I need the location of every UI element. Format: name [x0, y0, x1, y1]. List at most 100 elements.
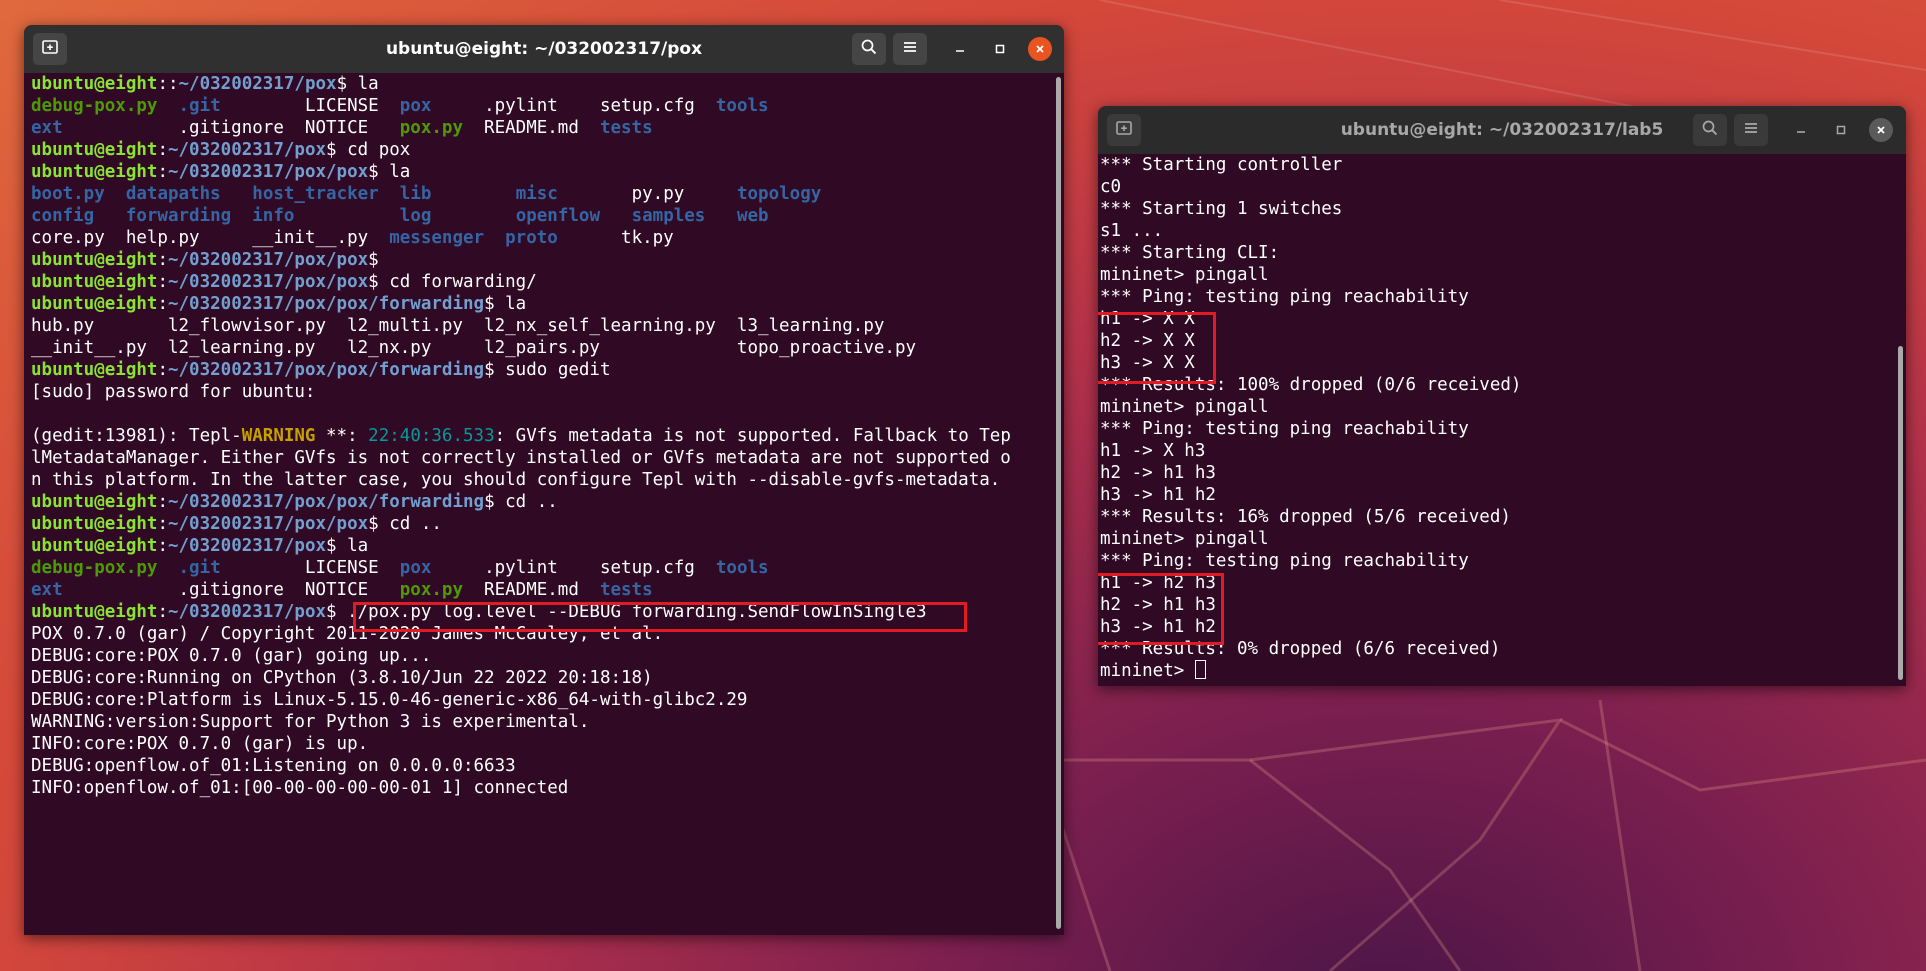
text-segment: ~/032002317/pox [167, 602, 327, 622]
terminal-line: ubuntu@eight:~/032002317/pox$ ./pox.py l… [31, 601, 1064, 623]
text-segment: : [157, 536, 168, 556]
search-button[interactable] [1693, 114, 1727, 146]
text-segment: tools [715, 96, 769, 116]
maximize-button[interactable] [988, 37, 1012, 61]
terminal-line: s1 ... [1100, 221, 1164, 241]
text-segment: $ la [368, 162, 411, 182]
prompt-text: mininet> [1100, 661, 1195, 681]
terminal-output[interactable]: *** Starting controller c0 *** Starting 1 … [1098, 154, 1906, 686]
titlebar[interactable]: ubuntu@eight: ~/032002317/lab5 [1098, 106, 1906, 154]
text-segment [157, 558, 178, 578]
text-segment: : GVfs metadata is not supported. Fallba… [494, 426, 1011, 446]
terminal-line: *** Results: 0% dropped (6/6 received) [1100, 639, 1501, 659]
terminal-line: ubuntu@eight:~/032002317/pox$ cd pox [31, 139, 1064, 161]
text-segment [600, 206, 632, 226]
terminal-line: INFO:core:POX 0.7.0 (gar) is up. [31, 733, 1064, 755]
text-segment [231, 206, 252, 226]
text-segment: .gitignore NOTICE [62, 580, 400, 600]
text-segment: ubuntu@eight [31, 140, 158, 160]
text-segment: hub.py l2_flowvisor.py l2_multi.py l2_nx… [31, 316, 885, 336]
text-segment: ~/032002317/pox/pox/forwarding [167, 294, 485, 314]
text-segment: ubuntu@eight [31, 74, 158, 94]
text-segment: ubuntu@eight [31, 272, 158, 292]
text-segment: pox.py [399, 580, 463, 600]
terminal-line: ubuntu@eight:~/032002317/pox/pox/forward… [31, 293, 1064, 315]
terminal-line: ubuntu@eight:~/032002317/pox/pox$ [31, 249, 1064, 271]
text-segment: ubuntu@eight [31, 602, 158, 622]
text-segment: debug-pox.py [31, 558, 158, 578]
hamburger-menu-icon [1743, 120, 1759, 140]
terminal-output[interactable]: ubuntu@eight::~/032002317/pox$ la debug-p… [24, 73, 1064, 935]
terminal-line: *** Starting 1 switches [1100, 199, 1343, 219]
text-segment: : [157, 162, 168, 182]
text-segment: .git [178, 558, 221, 578]
text-segment: ubuntu@eight [31, 294, 158, 314]
terminal-line: h3 -> X X [1100, 353, 1195, 373]
text-segment: : [157, 514, 168, 534]
new-tab-button[interactable] [33, 33, 67, 65]
text-segment: $ la [336, 74, 379, 94]
close-button[interactable] [1869, 118, 1893, 142]
titlebar[interactable]: ubuntu@eight: ~/032002317/pox [24, 25, 1064, 73]
text-segment: ubuntu@eight [31, 536, 158, 556]
close-button[interactable] [1028, 37, 1052, 61]
minimize-button[interactable] [1789, 118, 1813, 142]
text-segment: tk.py [557, 228, 674, 248]
text-segment: config [31, 206, 95, 226]
text-segment: **: [315, 426, 369, 446]
menu-button[interactable] [893, 33, 927, 65]
text-segment: ~/032002317/pox [167, 140, 327, 160]
terminal-window-pox[interactable]: ubuntu@eight: ~/032002317/pox ubuntu@eig… [24, 25, 1064, 935]
text-segment [431, 184, 515, 204]
window-title: ubuntu@eight: ~/032002317/lab5 [1340, 120, 1664, 140]
text-segment: ubuntu@eight [31, 162, 158, 182]
text-segment: LICENSE [220, 96, 400, 116]
text-segment: WARNING:version:Support for Python 3 is … [31, 712, 590, 732]
terminal-line: DEBUG:core:Running on CPython (3.8.10/Ju… [31, 667, 1064, 689]
terminal-line: POX 0.7.0 (gar) / Copyright 2011-2020 Ja… [31, 623, 1064, 645]
text-segment: ~/032002317/pox/pox/forwarding [167, 360, 485, 380]
text-segment [705, 206, 737, 226]
text-segment: DEBUG:openflow.of_01:Listening on 0.0.0.… [31, 756, 516, 776]
terminal-line: *** Starting controller [1100, 155, 1343, 175]
text-segment: .pylint setup.cfg [431, 558, 716, 578]
search-button[interactable] [852, 33, 886, 65]
scrollbar[interactable] [1898, 346, 1903, 680]
new-tab-button[interactable] [1107, 114, 1141, 146]
text-segment: ubuntu@eight [31, 514, 158, 534]
terminal-line: h1 -> X h3 [1100, 441, 1206, 461]
terminal-line: mininet> pingall [1100, 397, 1269, 417]
text-segment: DEBUG:core:POX 0.7.0 (gar) going up... [31, 646, 432, 666]
text-segment: pox.py [399, 118, 463, 138]
terminal-line: WARNING:version:Support for Python 3 is … [31, 711, 1064, 733]
text-segment: ~/032002317/pox/pox [167, 514, 369, 534]
text-segment: $ cd .. [484, 492, 558, 512]
text-segment: ~/032002317/pox/pox [167, 272, 369, 292]
terminal-window-lab5[interactable]: ubuntu@eight: ~/032002317/lab5 *** Start… [1098, 106, 1906, 686]
text-segment: forwarding [125, 206, 232, 226]
text-segment: INFO:core:POX 0.7.0 (gar) is up. [31, 734, 369, 754]
terminal-line: ubuntu@eight:~/032002317/pox/pox$ cd for… [31, 271, 1064, 293]
prompt-line[interactable]: mininet> [1100, 660, 1906, 682]
terminal-line: boot.py datapaths host_tracker lib misc … [31, 183, 1064, 205]
text-segment [221, 184, 253, 204]
terminal-line: debug-pox.py .git LICENSE pox .pylint se… [31, 95, 1064, 117]
close-icon [1034, 40, 1046, 59]
text-segment [294, 206, 399, 226]
scrollbar[interactable] [1056, 77, 1061, 929]
text-segment: 22:40:36.533 [368, 426, 495, 446]
text-segment: $ cd forwarding/ [368, 272, 537, 292]
menu-button[interactable] [1734, 114, 1768, 146]
minimize-button[interactable] [948, 37, 972, 61]
hamburger-menu-icon [902, 39, 918, 59]
terminal-line: INFO:openflow.of_01:[00-00-00-00-00-01 1… [31, 777, 1064, 799]
terminal-line: h3 -> h1 h2 [1100, 617, 1216, 637]
text-segment: : [157, 602, 168, 622]
text-segment: : [157, 250, 168, 270]
text-segment: .git [178, 96, 221, 116]
text-segment [484, 228, 505, 248]
terminal-line: __init__.py l2_learning.py l2_nx.py l2_p… [31, 337, 1064, 359]
maximize-button[interactable] [1829, 118, 1853, 142]
text-segment: openflow [515, 206, 600, 226]
